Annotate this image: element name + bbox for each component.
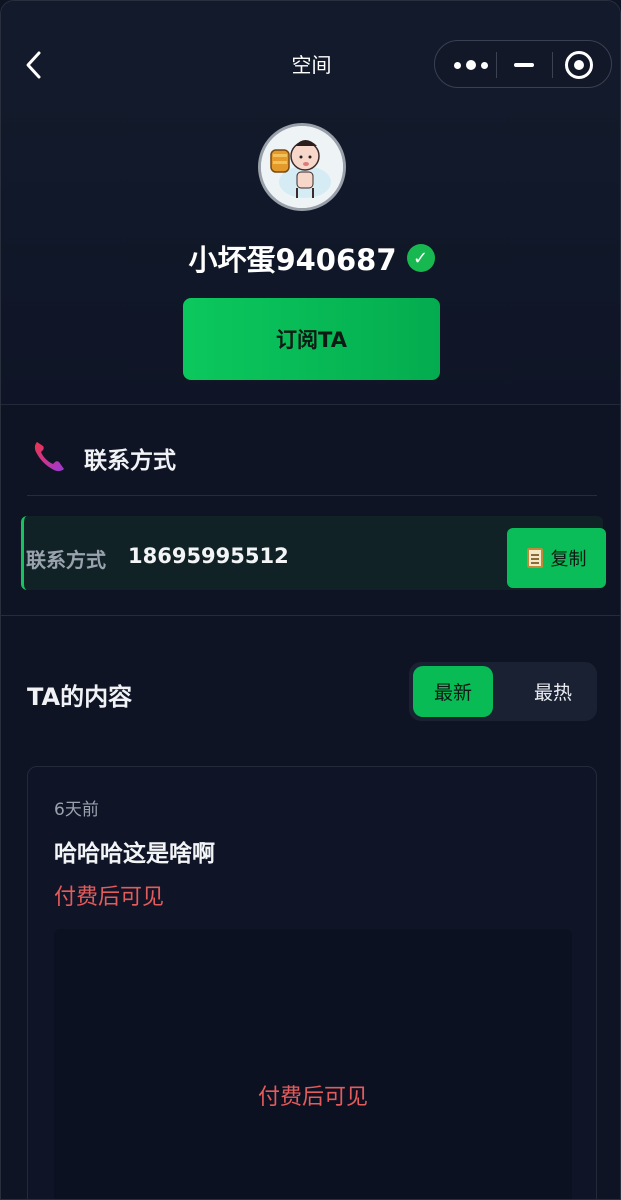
contact-section-header: 联系方式 bbox=[1, 406, 620, 496]
contact-label: 联系方式 bbox=[26, 548, 106, 572]
app-frame: 空间 小坏蛋940687 ✓ 订阅TA 联系方式 联系方式 1869599551… bbox=[0, 0, 621, 1200]
avatar[interactable] bbox=[258, 123, 346, 211]
phone-icon bbox=[34, 442, 64, 472]
close-target-icon[interactable] bbox=[565, 51, 593, 79]
locked-media-placeholder[interactable]: 付费后可见 bbox=[54, 929, 572, 1199]
divider bbox=[27, 495, 597, 496]
navigation-bar: 空间 bbox=[1, 1, 620, 97]
username: 小坏蛋940687 bbox=[188, 243, 397, 277]
post-card[interactable]: 6天前 哈哈哈这是啥啊 付费后可见 付费后可见 bbox=[27, 766, 597, 1199]
copy-button-label: 复制 bbox=[550, 549, 587, 570]
section-divider bbox=[1, 615, 620, 616]
sort-tabs: 最新 最热 bbox=[409, 662, 597, 721]
username-row: 小坏蛋940687 ✓ bbox=[1, 237, 620, 279]
locked-media-notice: 付费后可见 bbox=[257, 1085, 368, 1110]
avatar-illustration-icon bbox=[261, 126, 343, 208]
minimize-icon[interactable] bbox=[508, 53, 540, 77]
mini-program-capsule bbox=[434, 40, 612, 88]
verified-check-icon: ✓ bbox=[406, 244, 435, 272]
paid-notice: 付费后可见 bbox=[54, 885, 165, 910]
phone-number: 18695995512 bbox=[128, 544, 289, 568]
capsule-divider bbox=[552, 52, 553, 78]
copy-button[interactable]: 复制 bbox=[507, 528, 606, 588]
post-title: 哈哈哈这是啥啊 bbox=[54, 841, 215, 867]
post-timestamp: 6天前 bbox=[54, 800, 99, 820]
tab-hottest[interactable]: 最热 bbox=[513, 666, 593, 717]
content-section-title: TA的内容 bbox=[27, 683, 133, 711]
profile-header: 小坏蛋940687 ✓ 订阅TA bbox=[1, 97, 620, 405]
contact-section-title: 联系方式 bbox=[84, 448, 176, 474]
capsule-divider bbox=[496, 52, 497, 78]
tab-latest[interactable]: 最新 bbox=[413, 666, 493, 717]
contact-info-row: 联系方式 18695995512 复制 bbox=[21, 516, 606, 590]
clipboard-icon bbox=[526, 548, 543, 568]
subscribe-button[interactable]: 订阅TA bbox=[183, 298, 440, 380]
more-icon[interactable] bbox=[451, 53, 491, 77]
